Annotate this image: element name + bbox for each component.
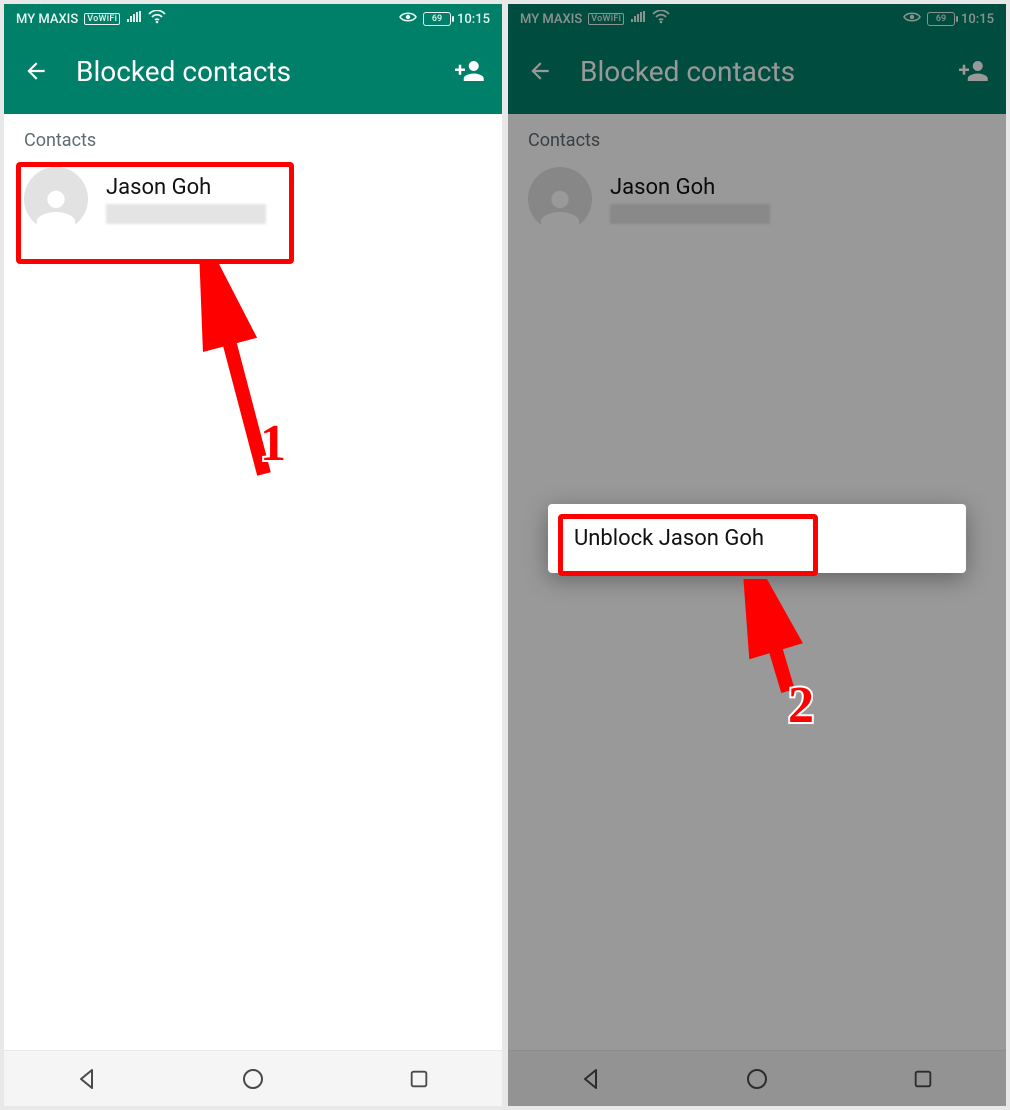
system-nav-bar: [4, 1050, 502, 1106]
annotation-number-2: 2: [788, 676, 814, 735]
contact-name: Jason Goh: [106, 175, 266, 200]
vowifi-badge: VoWiFi: [84, 13, 120, 25]
blocked-contact-row[interactable]: Jason Goh: [4, 159, 502, 239]
wifi-icon: [148, 10, 166, 28]
clock-label: 10:15: [457, 12, 490, 27]
battery-level: 69: [432, 14, 442, 24]
back-icon[interactable]: [18, 53, 54, 89]
page-title: Blocked contacts: [76, 55, 430, 88]
carrier-label: MY MAXIS: [16, 12, 78, 27]
battery-icon: 69: [423, 12, 451, 26]
nav-back-icon[interactable]: [73, 1065, 101, 1093]
app-bar: Blocked contacts: [4, 34, 502, 114]
eye-icon: [399, 11, 417, 27]
add-contact-icon[interactable]: [452, 53, 488, 89]
unblock-menu-item[interactable]: Unblock Jason Goh: [548, 504, 966, 573]
signal-icon: [126, 11, 142, 27]
section-label: Contacts: [4, 114, 502, 159]
status-bar: MY MAXIS VoWiFi 69 10:15: [4, 4, 502, 34]
content-area: Contacts Jason Goh 1: [4, 114, 502, 1050]
avatar-icon: [24, 167, 88, 231]
context-menu: Unblock Jason Goh: [548, 504, 966, 573]
annotation-number-1: 1: [260, 414, 286, 473]
phone-screen-right: MY MAXIS VoWiFi 69 10:15: [508, 4, 1006, 1106]
contact-subtext-redacted: [106, 204, 266, 224]
nav-recents-icon[interactable]: [405, 1065, 433, 1093]
phone-screen-left: MY MAXIS VoWiFi 69 10:15: [4, 4, 502, 1106]
nav-home-icon[interactable]: [239, 1065, 267, 1093]
